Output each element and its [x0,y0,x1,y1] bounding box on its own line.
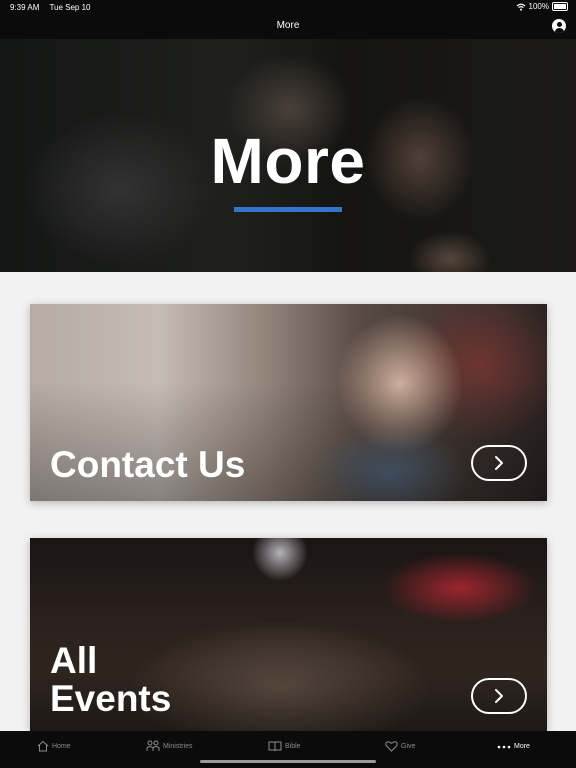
more-dots-icon [497,745,511,749]
all-events-title-line2: Events [50,678,172,719]
tab-home-label: Home [52,742,71,750]
status-time: 9:39 AM [10,3,40,12]
tab-give-label: Give [401,742,416,750]
tab-more[interactable]: More [497,738,530,754]
tab-bible-label: Bible [285,742,301,750]
hero-banner: More [0,39,576,272]
page-title: More [276,20,300,31]
all-events-title-line1: All [50,640,98,681]
all-events-card[interactable]: All Events [30,538,547,731]
tab-more-label: More [514,742,530,750]
tab-give[interactable]: Give [385,738,415,754]
wifi-icon [516,3,525,11]
all-events-arrow-button[interactable] [471,678,527,714]
book-icon [268,741,282,752]
all-events-title: All Events [50,642,171,718]
home-icon [37,740,49,752]
home-indicator[interactable] [200,760,376,763]
tab-ministries-label: Ministries [163,742,193,750]
status-date: Tue Sep 10 [49,3,91,12]
tab-bible[interactable]: Bible [268,738,301,754]
chevron-right-icon [495,689,503,703]
battery-percent: 100% [528,2,549,11]
tab-home[interactable]: Home [37,738,71,754]
navigation-bar: More [0,14,576,39]
contact-us-title: Contact Us [50,444,246,485]
person-circle-icon[interactable] [552,19,566,33]
battery-icon [552,2,568,11]
status-bar: 9:39 AM Tue Sep 10 100% [0,0,576,14]
heart-icon [385,741,398,752]
hero-title: More [210,125,366,197]
chevron-right-icon [495,456,503,470]
hero-underline [234,207,342,212]
tab-ministries[interactable]: Ministries [146,738,193,754]
contact-us-arrow-button[interactable] [471,445,527,481]
people-icon [146,740,160,751]
contact-us-card[interactable]: Contact Us [30,304,547,501]
